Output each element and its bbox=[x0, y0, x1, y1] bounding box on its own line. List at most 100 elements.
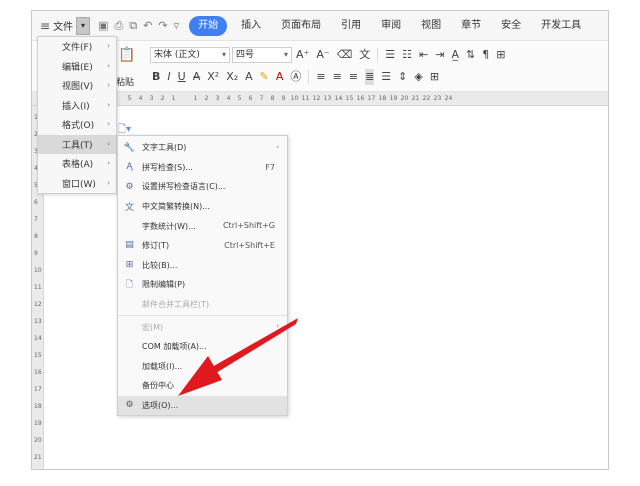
line-spacing-icon[interactable]: ⇕ bbox=[398, 69, 407, 85]
shrink-font-icon[interactable]: A⁻ bbox=[316, 47, 329, 63]
italic-icon[interactable]: I bbox=[167, 69, 170, 85]
chevron-down-icon[interactable]: ▾ bbox=[76, 16, 91, 35]
menu-item-label: 工具(T) bbox=[62, 140, 93, 151]
font-size-select[interactable]: 四号 ▾ bbox=[232, 47, 292, 63]
font-color-icon[interactable]: A bbox=[276, 69, 284, 85]
submenu-item-text-tools[interactable]: 🔧 文字工具(D) › bbox=[118, 138, 287, 158]
ruler-tick-label: 15 bbox=[34, 352, 42, 359]
tab-developer[interactable]: 开发工具 bbox=[531, 16, 591, 36]
print-preview-icon[interactable]: ⧉ bbox=[129, 19, 137, 33]
tab-page-layout[interactable]: 页面布局 bbox=[271, 16, 331, 36]
submenu-item-word-count[interactable]: 字数统计(W)... Ctrl+Shift+G bbox=[118, 216, 287, 236]
ruler-tick-label: 19 bbox=[389, 95, 398, 102]
chevron-right-icon: › bbox=[276, 322, 279, 331]
align-center-icon[interactable]: ≡ bbox=[333, 69, 342, 85]
shortcut-label: Ctrl+Shift+E bbox=[224, 240, 275, 250]
menu-item-window[interactable]: 窗口(W) › bbox=[38, 174, 116, 194]
ruler-tick-label: 17 bbox=[34, 386, 42, 393]
menu-bar: ≡ 文件 ▾ ▣ ⎙ ⧉ ↶ ↷ ▿ 开始 插入 页面布局 引用 审阅 视图 章… bbox=[32, 11, 608, 41]
font-name-value: 宋体 (正文) bbox=[154, 50, 200, 60]
tab-insert[interactable]: 插入 bbox=[231, 16, 271, 36]
align-right-icon[interactable]: ≡ bbox=[349, 69, 358, 85]
ruler-tick-label: 23 bbox=[433, 95, 442, 102]
gear-icon: ⚙ bbox=[125, 400, 134, 411]
shading-icon[interactable]: ◈ bbox=[414, 69, 422, 85]
decrease-indent-icon[interactable]: ⇤ bbox=[419, 47, 428, 63]
chinese-layout-icon[interactable]: A̲ bbox=[451, 47, 459, 63]
chevron-right-icon: › bbox=[107, 159, 110, 167]
menu-item-insert[interactable]: 插入(I) › bbox=[38, 96, 116, 116]
divider bbox=[377, 48, 379, 62]
bold-icon[interactable]: B bbox=[152, 69, 160, 85]
ruler-tick-label: 13 bbox=[34, 318, 42, 325]
table-border-icon[interactable]: ⊞ bbox=[496, 47, 505, 63]
divider bbox=[308, 70, 310, 84]
underline-icon[interactable]: U bbox=[178, 69, 186, 85]
submenu-item-label: 邮件合并工具栏(T) bbox=[142, 300, 210, 310]
redo-icon[interactable]: ↷ bbox=[158, 19, 167, 32]
strikethrough-icon[interactable]: A̶ bbox=[193, 69, 201, 85]
submenu-item-backup-center[interactable]: 备份中心 bbox=[118, 376, 287, 396]
grow-font-icon[interactable]: A⁺ bbox=[296, 47, 309, 63]
ruler-tick-label: 5 bbox=[127, 95, 132, 102]
submenu-item-compare[interactable]: ⊞ 比较(B)... bbox=[118, 256, 287, 276]
chevron-down-icon: ▾ bbox=[283, 50, 288, 59]
ruler-tick-label: 11 bbox=[34, 284, 42, 291]
submenu-item-label: 字数统计(W)... bbox=[142, 221, 196, 231]
ruler-tick-label: 22 bbox=[422, 95, 431, 102]
undo-icon[interactable]: ↶ bbox=[143, 19, 152, 32]
tab-section[interactable]: 章节 bbox=[451, 16, 491, 36]
superscript-icon[interactable]: X² bbox=[207, 69, 219, 85]
submenu-item-chinese-conversion[interactable]: 文 中文简繁转换(N)... bbox=[118, 197, 287, 217]
menu-item-format[interactable]: 格式(O) › bbox=[38, 115, 116, 135]
compare-icon: ⊞ bbox=[125, 260, 134, 271]
clear-format-icon[interactable]: ⌫ bbox=[337, 47, 353, 63]
phonetic-icon[interactable]: 文 bbox=[359, 47, 370, 63]
menu-item-tools[interactable]: 工具(T) › bbox=[38, 134, 116, 154]
highlight-icon[interactable]: ✎ bbox=[260, 69, 269, 85]
subscript-icon[interactable]: X₂ bbox=[226, 69, 238, 85]
ruler-tick-label: 15 bbox=[345, 95, 354, 102]
menu-item-table[interactable]: 表格(A) › bbox=[38, 154, 116, 174]
paste-icon[interactable]: 📋 bbox=[118, 47, 142, 67]
submenu-item-label: 限制编辑(P) bbox=[142, 280, 186, 290]
submenu-item-restrict-editing[interactable]: 🗋 限制编辑(P) bbox=[118, 275, 287, 295]
ruler-tick-label: 10 bbox=[34, 267, 42, 274]
menu-item-view[interactable]: 视图(V) › bbox=[38, 76, 116, 96]
submenu-item-addins[interactable]: 加载项(I)... bbox=[118, 357, 287, 377]
submenu-item-spell-language[interactable]: ⚙ 设置拼写检查语言(C)... bbox=[118, 177, 287, 197]
submenu-item-options[interactable]: ⚙ 选项(O)... bbox=[118, 395, 287, 416]
tab-home[interactable]: 开始 bbox=[189, 15, 228, 36]
convert-icon: 文 bbox=[124, 202, 134, 213]
tab-references[interactable]: 引用 bbox=[331, 16, 371, 36]
borders-icon[interactable]: ⊞ bbox=[430, 69, 439, 85]
tab-security[interactable]: 安全 bbox=[491, 16, 531, 36]
paste-label[interactable]: 粘贴 bbox=[116, 75, 134, 88]
justify-icon[interactable]: ≣ bbox=[365, 69, 375, 85]
file-menu-button[interactable]: ≡ 文件 ▾ bbox=[40, 16, 91, 36]
align-left-icon[interactable]: ≡ bbox=[316, 69, 325, 85]
save-icon[interactable]: ▣ bbox=[98, 19, 108, 32]
tab-view[interactable]: 视图 bbox=[411, 16, 451, 36]
menu-item-file[interactable]: 文件(F) › bbox=[38, 37, 116, 57]
numbering-icon[interactable]: ☷ bbox=[402, 47, 412, 63]
submenu-item-track-changes[interactable]: ▤ 修订(T) Ctrl+Shift+E bbox=[118, 236, 287, 256]
print-icon[interactable]: ⎙ bbox=[114, 19, 123, 33]
show-marks-icon[interactable]: ¶ bbox=[482, 47, 489, 63]
submenu-item-com-addins[interactable]: COM 加载项(A)... bbox=[118, 337, 287, 357]
tab-review[interactable]: 审阅 bbox=[371, 16, 411, 36]
ruler-tick-label: 6 bbox=[34, 199, 38, 206]
distribute-icon[interactable]: ☰ bbox=[381, 69, 391, 85]
sort-icon[interactable]: ⇅ bbox=[466, 47, 475, 63]
increase-indent-icon[interactable]: ⇥ bbox=[435, 47, 444, 63]
font-name-select[interactable]: 宋体 (正文) ▾ bbox=[150, 47, 230, 63]
ruler-tick-label: 1 bbox=[193, 95, 198, 102]
submenu-item-spellcheck[interactable]: A̧ 拼写检查(S)... F7 bbox=[118, 158, 287, 178]
char-shading-icon[interactable]: Ⓐ bbox=[290, 69, 301, 85]
ruler-ticks: 5 4 3 2 1 1 2 3 4 5 6 7 8 9 10 11 12 13 14 15 16 17 18 19 20 21 22… bbox=[124, 95, 454, 102]
submenu-item-macro: 宏(M) › bbox=[118, 317, 287, 337]
customize-icon[interactable]: ▿ bbox=[174, 19, 180, 32]
bullets-icon[interactable]: ☰ bbox=[385, 47, 395, 63]
text-effect-icon[interactable]: A bbox=[245, 69, 253, 85]
menu-item-edit[interactable]: 编辑(E) › bbox=[38, 57, 116, 77]
